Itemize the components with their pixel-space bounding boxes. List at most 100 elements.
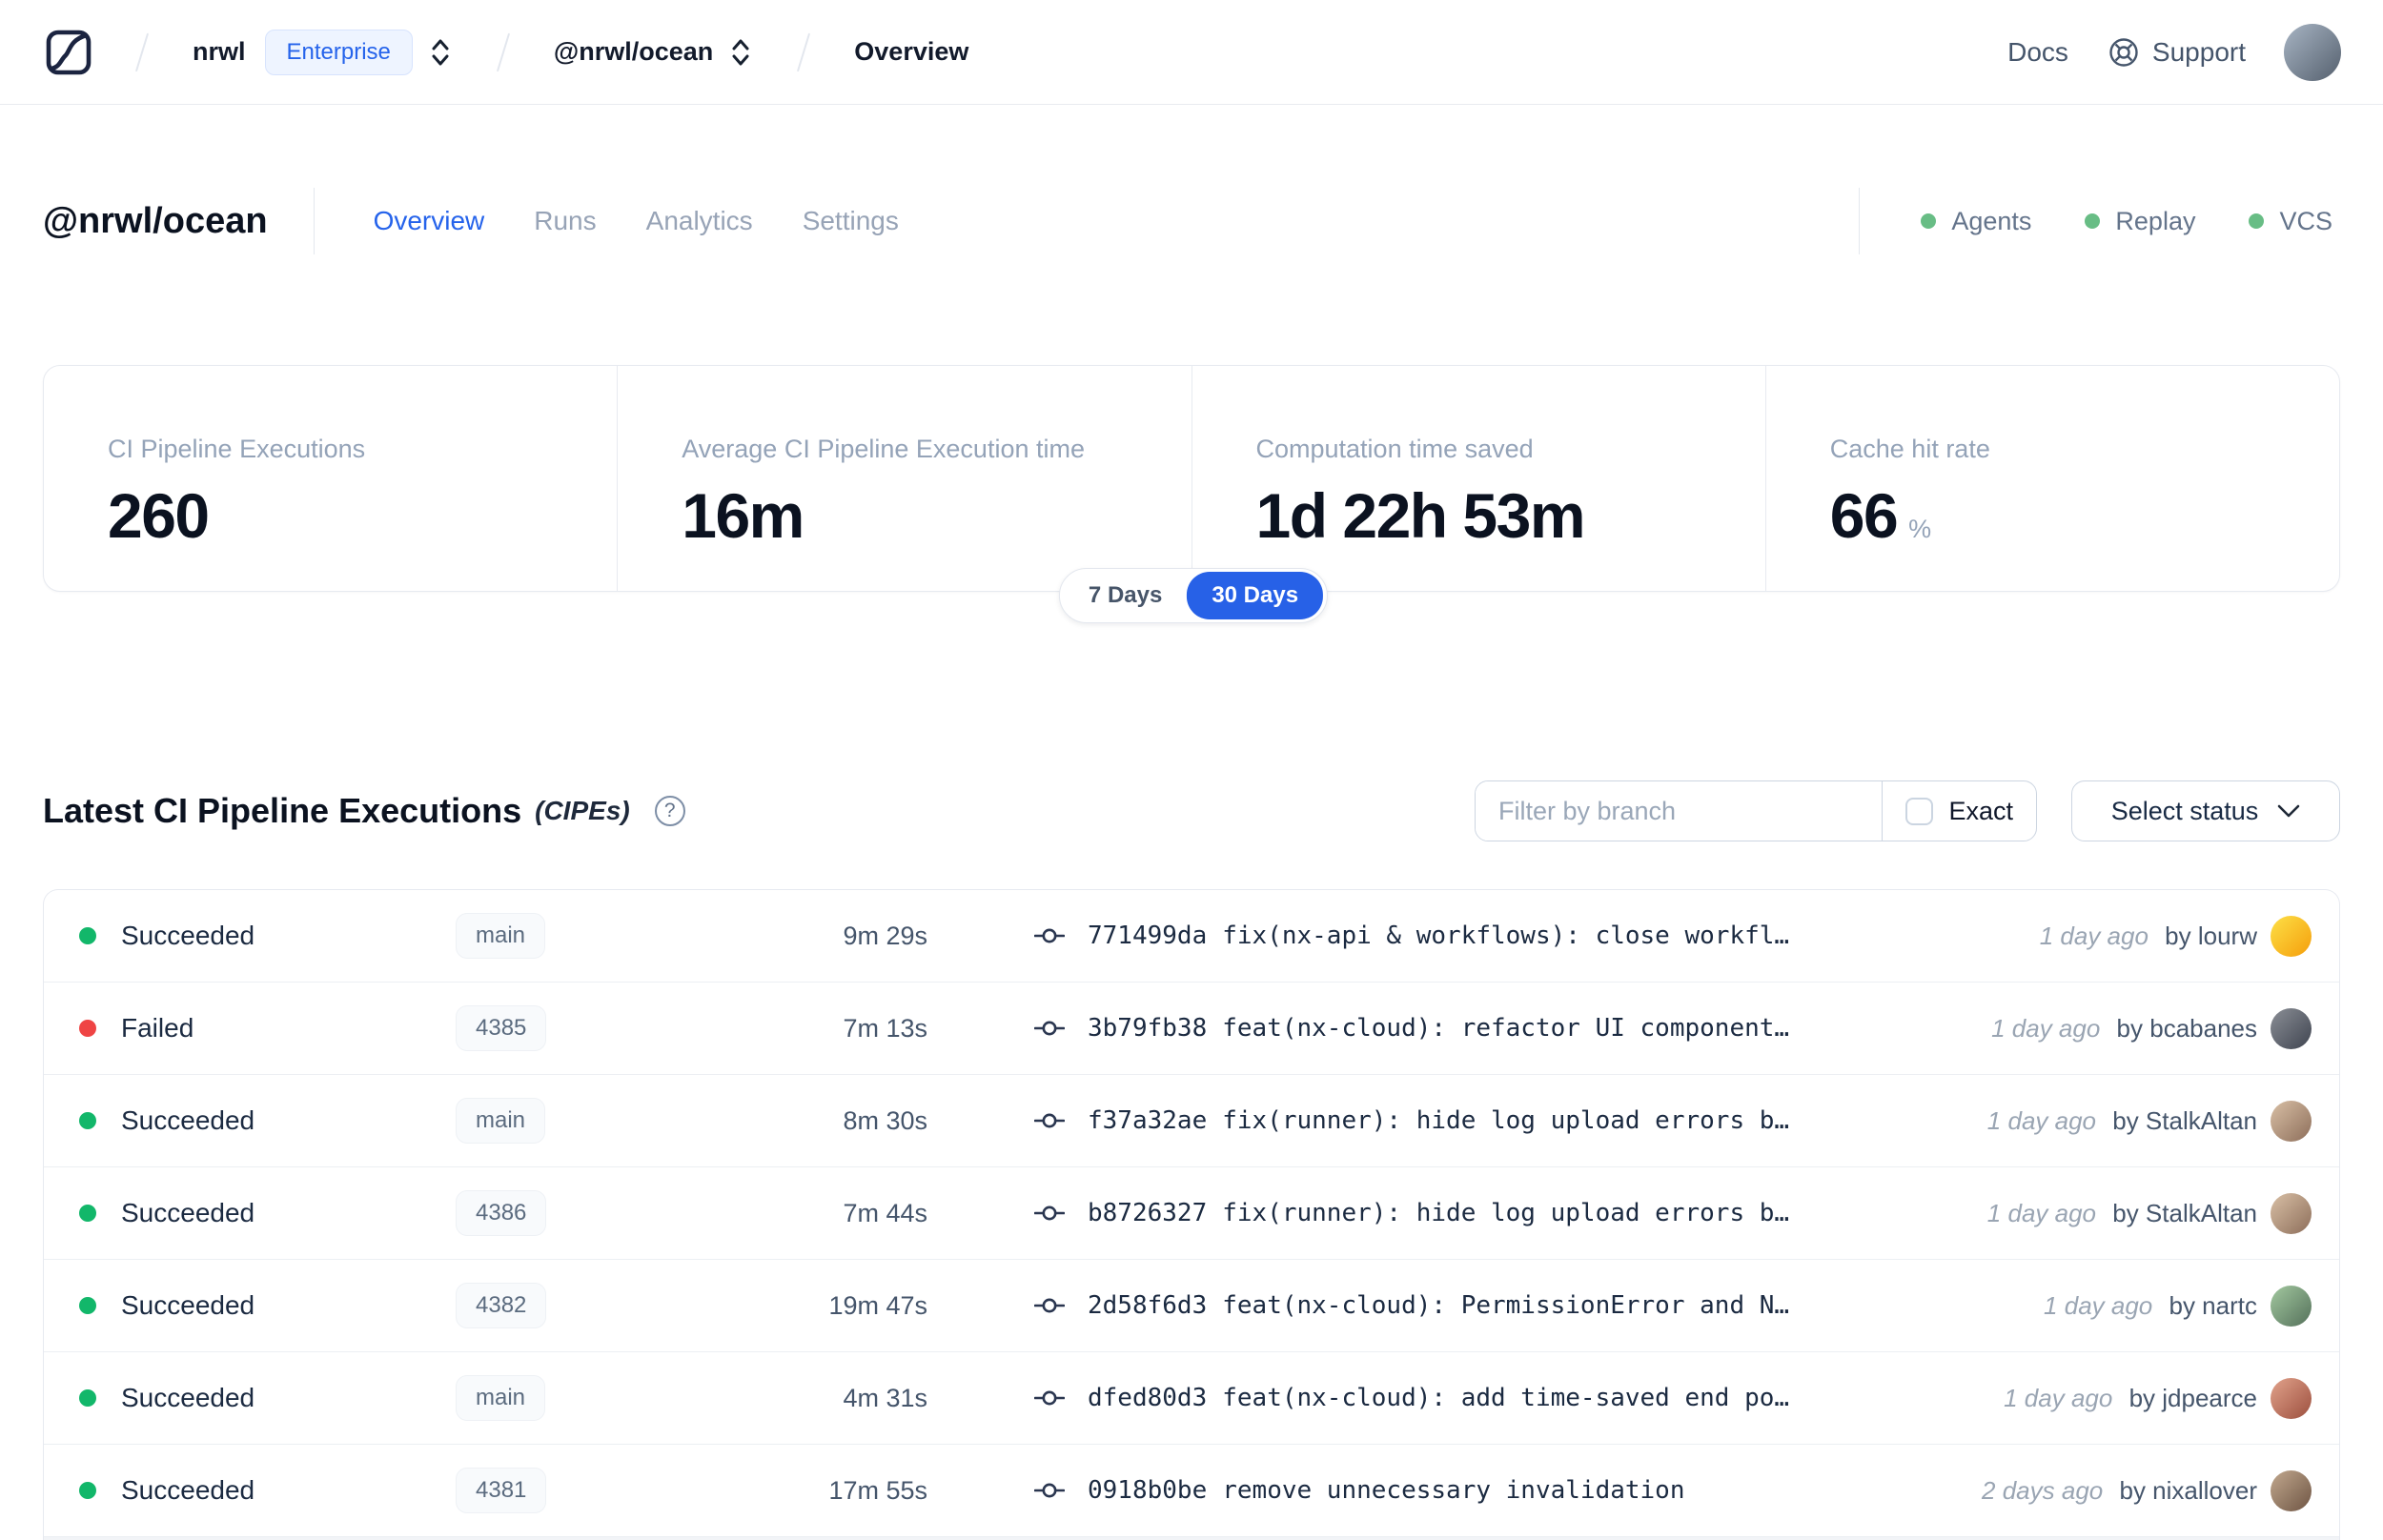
table-row[interactable]: Succeeded 4386 7m 44s b8726327 fix(runner… [44, 1167, 2339, 1260]
table-row[interactable]: Succeeded 4382 19m 47s 2d58f6d3 feat(nx-c… [44, 1260, 2339, 1352]
table-filters: Exact Select status [1475, 780, 2340, 841]
table-row[interactable]: Succeeded main 9m 29s 771499da fix(nx-api… [44, 890, 2339, 983]
duration-cell: 7m 44s [843, 1198, 927, 1227]
status-cell: Succeeded [44, 1105, 456, 1136]
workspace-switcher-chevron-icon[interactable] [728, 36, 753, 69]
git-commit-icon [1034, 1113, 1065, 1128]
support-link[interactable]: Support [2107, 35, 2246, 70]
breadcrumb-workspace[interactable]: @nrwl/ocean [554, 37, 713, 67]
tab-analytics[interactable]: Analytics [646, 206, 753, 236]
commit-message[interactable]: dfed80d3 feat(nx-cloud): add time-saved e… [1088, 1384, 1789, 1412]
branch-cell: 4386 [456, 1190, 737, 1236]
branch-cell: main [456, 1375, 737, 1421]
commit-message[interactable]: 771499da fix(nx-api & workflows): close w… [1088, 922, 1789, 950]
tab-runs[interactable]: Runs [534, 206, 596, 236]
table-row[interactable]: Succeeded main 8m 30s f37a32ae fix(runner… [44, 1075, 2339, 1167]
author[interactable]: by StalkAltan [2112, 1106, 2257, 1135]
branch-filter-group: Exact [1475, 780, 2037, 841]
branch-filter-input[interactable] [1476, 781, 1883, 841]
nx-cloud-logo-icon[interactable] [46, 30, 92, 75]
time-author: 1 day ago by bcabanes [1991, 1014, 2257, 1044]
branch-badge[interactable]: 4382 [456, 1283, 547, 1328]
branch-badge[interactable]: 4381 [456, 1468, 547, 1513]
tab-settings[interactable]: Settings [803, 206, 899, 236]
org-switcher-chevron-icon[interactable] [428, 36, 453, 69]
breadcrumb-slash [134, 32, 150, 71]
meta-cell: 1 day ago by lourw [2040, 915, 2312, 957]
stat-cards: CI Pipeline Executions 260 Average CI Pi… [43, 365, 2340, 592]
range-30-days[interactable]: 30 Days [1187, 572, 1324, 619]
author[interactable]: by StalkAltan [2112, 1199, 2257, 1227]
stat-value: 66 [1829, 480, 1899, 551]
stat-card-cache-hit: Cache hit rate 66 % [1766, 366, 2339, 591]
commit-message[interactable]: 2d58f6d3 feat(nx-cloud): PermissionError … [1088, 1291, 1789, 1320]
status-cell: Succeeded [44, 1290, 456, 1321]
docs-link[interactable]: Docs [2007, 37, 2068, 68]
status-text: Succeeded [121, 921, 255, 950]
indicator-replay: Replay [2085, 207, 2195, 236]
branch-badge[interactable]: main [456, 1375, 546, 1421]
duration-cell: 19m 47s [828, 1290, 927, 1320]
breadcrumb-slash [496, 32, 511, 71]
commit-message[interactable]: f37a32ae fix(runner): hide log upload err… [1088, 1106, 1789, 1135]
branch-badge[interactable]: 4386 [456, 1190, 547, 1236]
duration-cell: 4m 31s [843, 1383, 927, 1412]
range-7-days[interactable]: 7 Days [1064, 582, 1187, 609]
tab-overview[interactable]: Overview [374, 206, 485, 236]
branch-cell: main [456, 913, 737, 959]
exact-filter: Exact [1882, 781, 2036, 841]
user-avatar[interactable] [2284, 23, 2341, 81]
breadcrumb: nrwl Enterprise @nrwl/ocean Overview [46, 29, 968, 75]
topbar-actions: Docs Support [2007, 23, 2341, 81]
author[interactable]: by nixallover [2119, 1476, 2257, 1505]
time-ago: 1 day ago [1991, 1013, 2101, 1043]
page: nrwl Enterprise @nrwl/ocean Overview Doc… [0, 0, 2383, 1540]
time-author: 1 day ago by nartc [2044, 1291, 2257, 1321]
avatar [2271, 1007, 2312, 1049]
date-range-toggle: 7 Days 30 Days [1058, 568, 1329, 623]
git-commit-icon [1034, 928, 1065, 943]
status-dot-icon [79, 1389, 96, 1407]
commit-cell: 2d58f6d3 feat(nx-cloud): PermissionError … [927, 1290, 2044, 1321]
git-commit-icon [1034, 1390, 1065, 1406]
avatar [2271, 1285, 2312, 1327]
status-cell: Succeeded [44, 1383, 456, 1413]
section-title-suffix: (CIPEs) [535, 796, 630, 825]
author[interactable]: by bcabanes [2117, 1014, 2257, 1043]
table-row[interactable]: Succeeded main 4m 31s dfed80d3 feat(nx-cl… [44, 1352, 2339, 1445]
avatar [2271, 1377, 2312, 1419]
status-cell: Succeeded [44, 921, 456, 951]
status-select-dropdown[interactable]: Select status [2071, 780, 2340, 841]
help-icon[interactable]: ? [654, 796, 685, 826]
branch-badge[interactable]: main [456, 1098, 546, 1144]
branch-badge[interactable]: 4385 [456, 1005, 547, 1051]
commit-message[interactable]: b8726327 fix(runner): hide log upload err… [1088, 1199, 1789, 1227]
author[interactable]: by nartc [2169, 1291, 2258, 1320]
status-dot-icon [79, 1297, 96, 1314]
table-row[interactable]: Failed 4385 7m 13s 3b79fb38 feat(nx-cloud… [44, 983, 2339, 1075]
commit-cell: 3b79fb38 feat(nx-cloud): refactor UI comp… [927, 1013, 1991, 1044]
table-row[interactable]: Succeeded 4381 17m 55s 0918b0be remove un… [44, 1445, 2339, 1537]
workspace-tabs: Overview Runs Analytics Settings [374, 206, 899, 236]
status-text: Succeeded [121, 1475, 255, 1505]
commit-message[interactable]: 0918b0be remove unnecessary invalidation [1088, 1476, 1685, 1505]
meta-cell: 1 day ago by bcabanes [1991, 1007, 2312, 1049]
commit-cell: f37a32ae fix(runner): hide log upload err… [927, 1105, 1987, 1136]
author[interactable]: by lourw [2165, 922, 2257, 950]
meta-cell: 1 day ago by StalkAltan [1986, 1100, 2312, 1142]
author[interactable]: by jdpearce [2129, 1384, 2257, 1412]
status-text: Failed [121, 1013, 194, 1043]
status-dot-icon [79, 1205, 96, 1222]
commit-message[interactable]: 3b79fb38 feat(nx-cloud): refactor UI comp… [1088, 1014, 1789, 1043]
stat-card-time-saved: Computation time saved 1d 22h 53m [1192, 366, 1766, 591]
status-text: Succeeded [121, 1105, 255, 1135]
breadcrumb-org[interactable]: nrwl [193, 37, 246, 67]
cipe-table-body: Succeeded main 9m 29s 771499da fix(nx-api… [44, 890, 2339, 1537]
time-ago: 1 day ago [1986, 1105, 2097, 1135]
exact-checkbox[interactable] [1905, 797, 1934, 825]
branch-cell: 4381 [456, 1468, 737, 1513]
time-author: 1 day ago by StalkAltan [1987, 1199, 2257, 1228]
status-dot-icon [79, 1482, 96, 1499]
time-ago: 1 day ago [1986, 1198, 2097, 1227]
branch-badge[interactable]: main [456, 913, 546, 959]
